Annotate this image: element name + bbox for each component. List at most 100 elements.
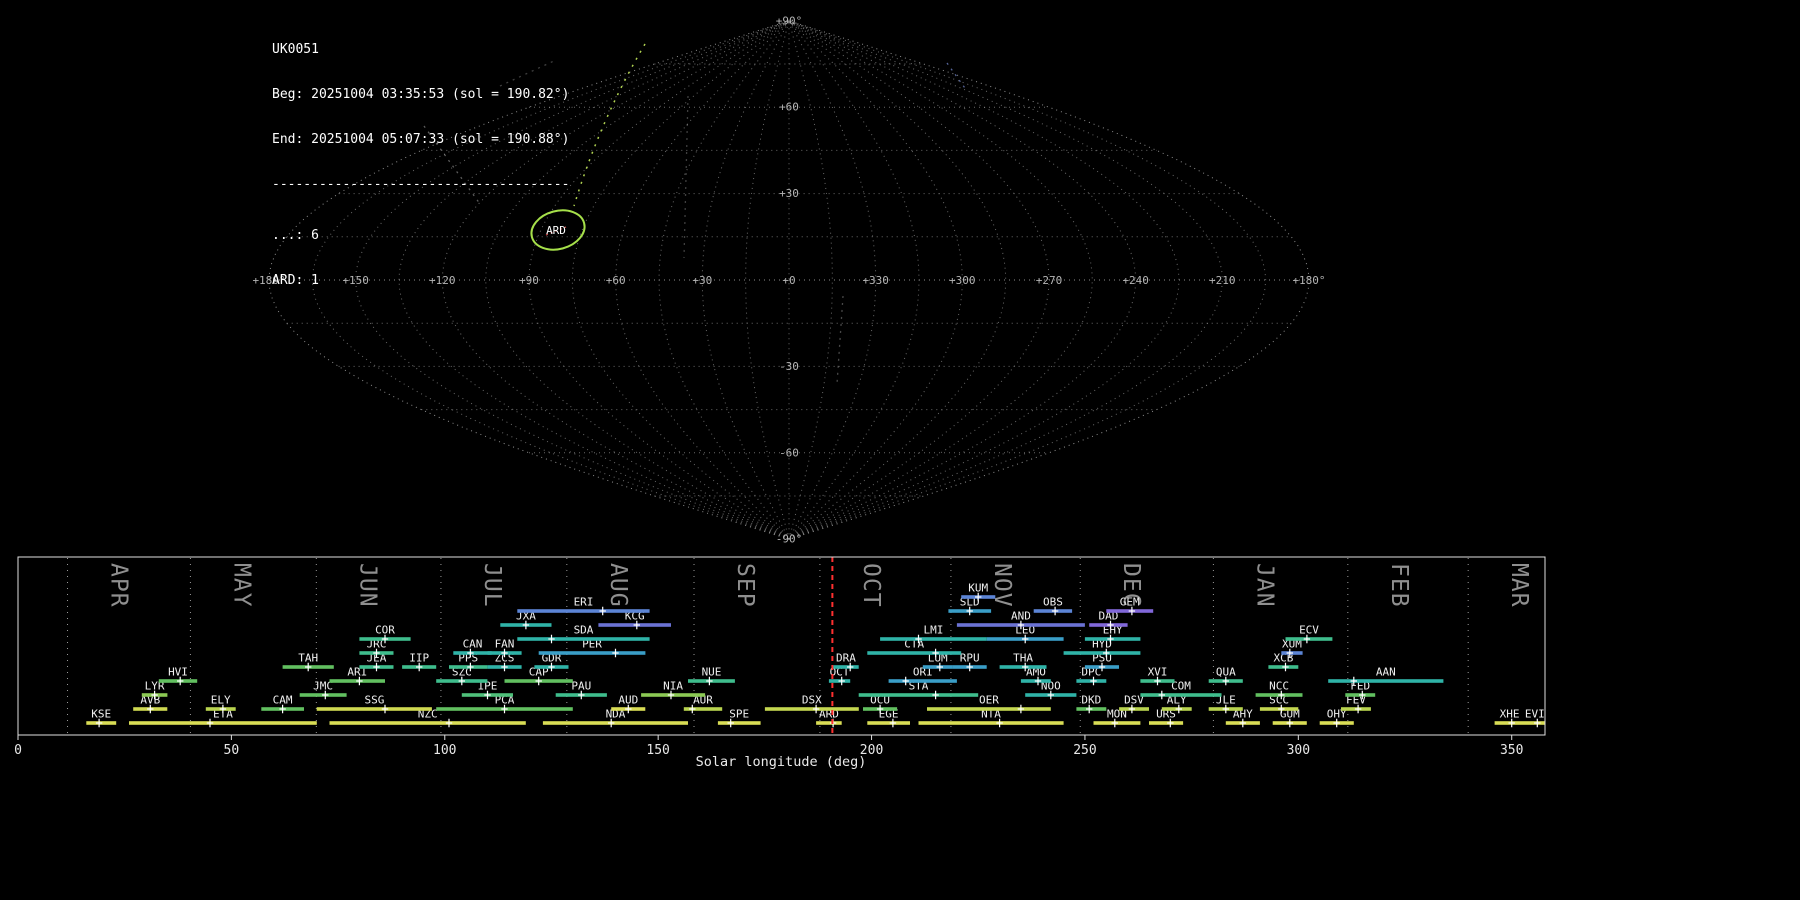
shower-bar-CTA: [867, 651, 961, 655]
shower-label-AUD: AUD: [618, 694, 638, 707]
shower-peak-STA: [932, 691, 938, 699]
shower-label-COR: COR: [375, 624, 395, 637]
map-lon-label: +60: [606, 274, 626, 287]
shower-label-SPE: SPE: [729, 708, 749, 721]
x-tick-label-350: 350: [1500, 743, 1523, 758]
shower-label-KSE: KSE: [91, 708, 111, 721]
map-lon-label: +30: [692, 274, 712, 287]
x-tick-label-250: 250: [1073, 743, 1096, 758]
shower-bar-NTA: [919, 721, 1064, 725]
shower-bar-DSX: [765, 707, 859, 711]
shower-label-XHE: XHE: [1500, 708, 1520, 721]
shower-label-EVI: EVI: [1525, 708, 1545, 721]
month-label-JAN: JAN: [1251, 563, 1277, 608]
map-lon-label: +0: [782, 274, 795, 287]
shower-bar-ORI: [889, 679, 957, 683]
shower-label-AAN: AAN: [1376, 666, 1396, 679]
map-lat-label: -30: [779, 360, 799, 373]
map-lon-label: +270: [1036, 274, 1063, 287]
shower-label-ECV: ECV: [1299, 624, 1319, 637]
month-label-JUL: JUL: [479, 563, 505, 608]
sporadic-count: ...: 6: [272, 228, 569, 243]
shower-label-TAH: TAH: [298, 652, 318, 665]
shower-label-IIP: IIP: [409, 652, 429, 665]
map-lat-label: +30: [779, 187, 799, 200]
session-end: End: 20251004 05:07:33 (sol = 190.88°): [272, 132, 569, 147]
shower-label-NUE: NUE: [702, 666, 722, 679]
month-label-MAY: MAY: [228, 563, 254, 608]
shower-bar-LMI: [880, 637, 987, 641]
observation-info: UK0051 Beg: 20251004 03:35:53 (sol = 190…: [272, 12, 569, 318]
station-id: UK0051: [272, 42, 569, 57]
shower-label-OBS: OBS: [1043, 596, 1063, 609]
map-lat-label: -90°: [776, 533, 803, 546]
shower-label-GEM: GEM: [1120, 596, 1140, 609]
x-tick-label-150: 150: [646, 743, 669, 758]
map-lon-label: +300: [949, 274, 976, 287]
shower-label-DSX: DSX: [802, 694, 822, 707]
month-label-NOV: NOV: [989, 563, 1015, 608]
shower-label-ERI: ERI: [574, 596, 594, 609]
shower-bar-SDA: [517, 637, 649, 641]
map-lat-label: +60: [779, 101, 799, 114]
month-label-MAR: MAR: [1506, 563, 1532, 608]
shower-bar-OER: [927, 707, 1051, 711]
shower-peak-NZC: [446, 719, 452, 727]
shower-bar-COM: [1140, 693, 1221, 697]
shower-label-NIA: NIA: [663, 680, 683, 693]
shower-label-OER: OER: [979, 694, 999, 707]
shower-bar-HYD: [1064, 651, 1141, 655]
shower-peak-COM: [1159, 691, 1165, 699]
shower-bar-DRA: [833, 665, 859, 669]
shower-bar-NDA: [543, 721, 688, 725]
shower-bar-STA: [859, 693, 979, 697]
map-lon-label: +240: [1122, 274, 1149, 287]
shower-label-DRA: DRA: [836, 652, 856, 665]
sporadic-trail: [837, 296, 843, 384]
separator-line: --------------------------------------: [272, 177, 569, 192]
x-tick-label-0: 0: [14, 743, 22, 758]
shower-label-CAN: CAN: [463, 638, 483, 651]
shower-bar-URS: [1149, 721, 1183, 725]
shower-label-AND: AND: [1011, 610, 1031, 623]
x-tick-label-50: 50: [224, 743, 240, 758]
map-lat-label: +90°: [776, 14, 803, 27]
map-lon-label: +210: [1209, 274, 1236, 287]
x-tick-label-100: 100: [433, 743, 456, 758]
month-label-SEP: SEP: [732, 563, 758, 608]
shower-bar-SSG: [317, 707, 432, 711]
shower-bar-ERI: [517, 609, 649, 613]
shower-peak-PER: [612, 649, 618, 657]
sporadic-trail: [947, 63, 967, 91]
shower-bar-EGE: [867, 721, 910, 725]
map-lon-label: +180°: [1292, 274, 1325, 287]
shower-label-QUA: QUA: [1216, 666, 1236, 679]
shower-peak-OER: [1018, 705, 1024, 713]
shower-bar-PER: [539, 651, 646, 655]
month-label-FEB: FEB: [1386, 563, 1412, 608]
shower-label-SDA: SDA: [574, 624, 594, 637]
map-lon-label: +330: [862, 274, 889, 287]
shower-label-PAU: PAU: [571, 680, 591, 693]
shower-label-SSG: SSG: [364, 694, 384, 707]
shower-label-CAM: CAM: [273, 694, 293, 707]
shower-label-NCC: NCC: [1269, 680, 1289, 693]
plot-canvas: +180°+150+120+90+60+30+0+330+300+270+240…: [0, 0, 1800, 900]
month-label-APR: APR: [106, 563, 132, 608]
shower-peak-SDA: [548, 635, 554, 643]
shower-label-KUM: KUM: [968, 582, 988, 595]
shower-label-XVI: XVI: [1148, 666, 1168, 679]
shower-label-THA: THA: [1013, 652, 1033, 665]
ard-count: ARD: 1: [272, 273, 569, 288]
shower-label-LMI: LMI: [923, 624, 943, 637]
shower-bar-SPE: [718, 721, 761, 725]
shower-label-FAN: FAN: [495, 638, 515, 651]
shower-bar-ETA: [129, 721, 317, 725]
x-tick-label-300: 300: [1287, 743, 1310, 758]
shower-bar-NZC: [330, 721, 526, 725]
x-axis-label: Solar longitude (deg): [696, 754, 867, 770]
map-lat-label: -60: [779, 446, 799, 459]
meteor-radiant-screen: +180°+150+120+90+60+30+0+330+300+270+240…: [0, 0, 1800, 900]
shower-label-DKD: DKD: [1081, 694, 1101, 707]
month-label-OCT: OCT: [858, 563, 884, 608]
